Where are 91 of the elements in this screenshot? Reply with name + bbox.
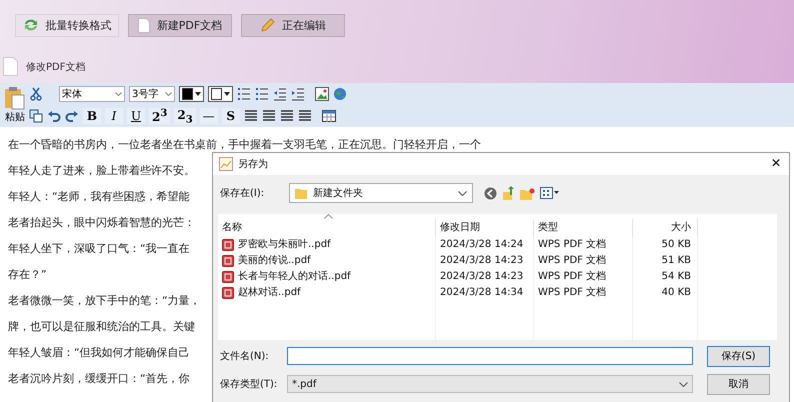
undo-icon[interactable] <box>47 109 61 123</box>
back-icon[interactable] <box>484 186 497 200</box>
scissors-icon[interactable] <box>29 87 43 101</box>
format-button[interactable]: B <box>83 108 101 124</box>
background-color-picker[interactable] <box>208 86 233 102</box>
copy-icon[interactable] <box>29 109 43 123</box>
paragraph-text: 老者沉吟片刻，缓缓开口：“首先，你 <box>8 371 190 387</box>
image-icon[interactable] <box>315 87 329 101</box>
text-color-picker[interactable] <box>179 86 204 102</box>
paragraph-text: 在一个昏暗的书房内，一位老者坐在书桌前，手中握着一支羽毛笔，正在沉思。门轻轻开启，一个 <box>8 137 481 153</box>
toolbar-button[interactable]: 批量转换格式 <box>15 14 119 36</box>
paragraph-text: 老者微微一笑，放下手中的笔：“力量， <box>8 293 201 309</box>
column-header[interactable]: 名称 <box>218 219 436 237</box>
pencil-icon <box>260 18 275 32</box>
up-folder-icon[interactable] <box>502 186 515 200</box>
table-cell: WPS PDF 文档 <box>534 253 633 269</box>
table-cell: 2024/3/28 14:34 <box>436 285 534 301</box>
file-item[interactable]: 长者与年轻人的对话..pdf <box>218 269 436 285</box>
column-header[interactable]: 类型 <box>534 219 633 237</box>
dialog-title: 另存为 <box>238 158 269 171</box>
file-type-dropdown[interactable]: *.pdf <box>287 375 693 393</box>
caret-down-icon <box>195 92 201 96</box>
table-cell: WPS PDF 文档 <box>534 285 633 301</box>
align-icon[interactable] <box>262 110 276 122</box>
table-cell: 50 KB <box>633 237 698 253</box>
new-folder-icon[interactable] <box>520 186 535 200</box>
format-button[interactable]: 2$^{3}$ <box>149 108 170 124</box>
table-cell: 2024/3/28 14:23 <box>436 253 534 269</box>
paragraph-text: 年轻人坐下，深吸了口气：“我一直在 <box>8 241 190 257</box>
cancel-button[interactable]: 取消 <box>707 374 770 394</box>
folder-icon <box>295 187 307 199</box>
paste-button[interactable]: 粘贴 <box>4 86 26 124</box>
indent-icon[interactable] <box>291 87 305 101</box>
align-icon[interactable] <box>280 110 294 122</box>
table-cell: WPS PDF 文档 <box>534 237 633 253</box>
font-size-select[interactable]: 3号字 <box>129 86 175 102</box>
column-header[interactable]: 大小 <box>633 219 698 237</box>
redo-icon[interactable] <box>65 109 79 123</box>
table-cell: 2024/3/28 14:23 <box>436 269 534 285</box>
paragraph-text: 年轻人：“老师，我有些困惑，希望能 <box>8 189 190 205</box>
filename-input[interactable] <box>287 347 693 365</box>
caret-down-icon <box>224 92 230 96</box>
paragraph-text: 老者抬起头，眼中闪烁着智慧的光芒： <box>8 215 195 231</box>
column-header[interactable]: 修改日期 <box>436 219 534 237</box>
field-label: 保存在(I): <box>220 187 266 200</box>
folder-dropdown[interactable]: 新建文件夹 <box>289 183 473 203</box>
chevron-down-icon <box>115 92 122 96</box>
table-icon[interactable] <box>322 110 336 122</box>
pdf-file-icon <box>222 255 234 267</box>
align-icon[interactable] <box>244 110 258 122</box>
outdent-icon[interactable] <box>273 87 287 101</box>
save-as-icon <box>219 157 233 171</box>
close-button[interactable]: × <box>763 153 789 175</box>
file-item[interactable]: 罗密欧与朱丽叶..pdf <box>218 237 436 253</box>
paragraph-text: 牌，也可以是征服和统治的工具。关键 <box>8 319 195 335</box>
align-icon[interactable] <box>298 110 312 122</box>
chevron-down-icon <box>165 92 172 96</box>
field-label: 文件名(N): <box>220 350 270 363</box>
pdf-file-icon <box>222 271 234 283</box>
sort-caret-icon <box>324 214 333 219</box>
format-button[interactable]: S <box>222 108 240 124</box>
format-button[interactable]: I <box>105 108 123 124</box>
document-icon <box>138 18 150 32</box>
globe-icon[interactable] <box>333 87 347 101</box>
format-button[interactable]: 2$_{3}$ <box>174 108 196 124</box>
field-label: 保存类型(T): <box>220 378 278 391</box>
chevron-down-icon <box>679 382 688 386</box>
pdf-file-icon <box>222 239 234 251</box>
document-icon <box>3 57 18 76</box>
table-cell: 40 KB <box>633 285 698 301</box>
table-cell: 2024/3/28 14:24 <box>436 237 534 253</box>
document-title: 修改PDF文档 <box>26 60 86 74</box>
bullet-list-icon[interactable] <box>255 87 269 101</box>
table-cell: 51 KB <box>633 253 698 269</box>
view-menu-icon[interactable] <box>540 187 560 199</box>
font-select[interactable]: 宋体 <box>59 86 125 102</box>
save-button[interactable]: 保存(S) <box>707 346 770 366</box>
toolbar-button[interactable]: 正在编辑 <box>241 14 345 36</box>
file-item[interactable]: 赵林对话..pdf <box>218 285 436 301</box>
refresh-icon <box>22 18 38 32</box>
paragraph-text: 年轻人皱眉：“但我如何才能确保自己 <box>8 345 190 361</box>
format-button[interactable]: U <box>127 108 145 124</box>
table-cell: WPS PDF 文档 <box>534 269 633 285</box>
format-button[interactable]: — <box>200 108 218 124</box>
file-item[interactable]: 美丽的传说..pdf <box>218 253 436 269</box>
table-cell: 54 KB <box>633 269 698 285</box>
pdf-file-icon <box>222 287 234 299</box>
paragraph-text: 存在？” <box>8 267 47 283</box>
chevron-down-icon <box>458 190 467 196</box>
paragraph-text: 年轻人走了进来，脸上带着些许不安。 <box>8 163 195 179</box>
toolbar-button[interactable]: 新建PDF文档 <box>128 14 232 36</box>
